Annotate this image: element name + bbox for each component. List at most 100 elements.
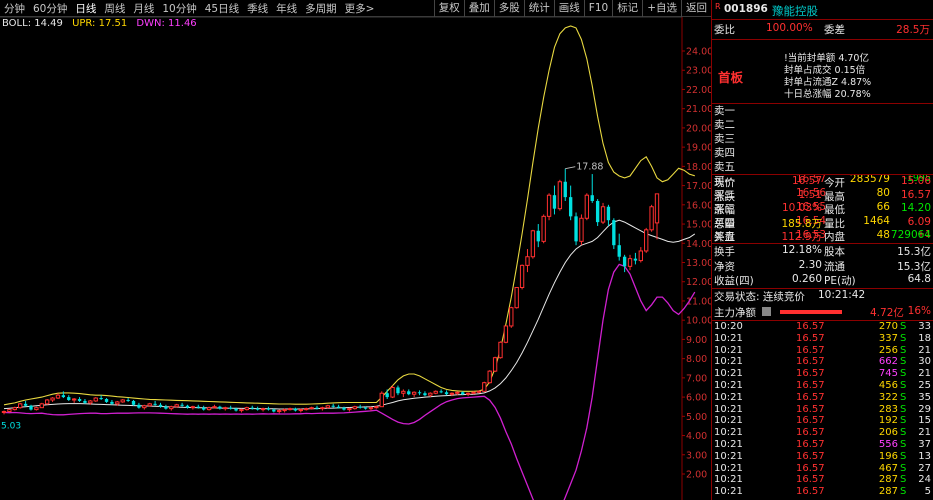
axis-tick-label: 15.00 [686, 220, 711, 231]
mark-button[interactable]: 标记 [612, 0, 642, 17]
tick-time: 10:21 [714, 439, 743, 450]
candle-body [471, 391, 476, 394]
tick-side: S [900, 486, 907, 498]
order-book-row[interactable]: 卖三 [712, 131, 933, 145]
candle-body [374, 406, 379, 409]
tab-yearly[interactable]: 年线 [272, 1, 301, 16]
candle-body [579, 217, 584, 242]
tick-time: 10:21 [714, 450, 743, 462]
candle-body [401, 390, 406, 394]
tick-count: 30 [918, 356, 931, 368]
candle-body [449, 392, 455, 395]
candle-body [498, 341, 503, 359]
candle-body [649, 206, 654, 231]
order-book-row[interactable]: 卖一 [712, 103, 933, 117]
axis-tick-label: 21.00 [686, 104, 711, 115]
r-mark-icon: R [715, 2, 721, 11]
add-watchlist-button[interactable]: +自选 [642, 0, 681, 17]
tick-row: 10:21 16.57 456 S 25 [712, 380, 933, 392]
candle-body [18, 403, 23, 409]
tab-45day[interactable]: 45日线 [201, 1, 243, 16]
candle-body [492, 357, 498, 372]
candle-body [557, 181, 563, 210]
candle-body [552, 195, 557, 209]
tick-price: 16.57 [796, 462, 825, 474]
quote-value: 15.06 [900, 175, 931, 187]
candle-body [218, 406, 222, 409]
order-book-row[interactable]: 卖五 [712, 159, 933, 173]
axis-tick-label: 23.00 [686, 66, 711, 77]
tick-count: 21 [918, 427, 931, 439]
stock-header: R 001896 豫能控股 [712, 2, 933, 19]
candle-body [282, 409, 287, 412]
candle-body [34, 407, 39, 411]
f10-button[interactable]: F10 [583, 0, 612, 17]
candle-body [164, 406, 168, 409]
stats-value: 0.260 [791, 273, 822, 285]
order-book-row[interactable]: 卖二 [712, 117, 933, 131]
candle-body [638, 250, 643, 262]
tab-more[interactable]: 更多> [341, 1, 379, 16]
candle-body [417, 392, 422, 394]
tab-multi-period[interactable]: 多周期 [301, 1, 341, 16]
axis-tick-label: 17.00 [686, 181, 711, 192]
tab-monthly[interactable]: 月线 [129, 1, 158, 16]
main-flow-bar [780, 310, 842, 314]
draw-line-button[interactable]: 画线 [553, 0, 584, 17]
candle-body [487, 370, 492, 384]
quote-value: 10.03% [781, 202, 822, 215]
tab-60min[interactable]: 60分钟 [29, 1, 71, 16]
stats-value: 15.3亿 [897, 246, 931, 258]
overlay-button[interactable]: 叠加 [463, 0, 494, 17]
tick-side: S [900, 368, 907, 380]
dwn-value: DWN: 11.46 [136, 18, 197, 29]
candle-body [45, 399, 50, 405]
candle-body [234, 408, 238, 411]
candle-body [536, 230, 540, 242]
main-flow-row: 主力净额 4.72亿 16% [712, 304, 933, 321]
tick-count: 33 [918, 321, 931, 332]
quote-value: 16.57 [791, 175, 822, 187]
tab-quarterly[interactable]: 季线 [243, 1, 272, 16]
tab-weekly[interactable]: 周线 [100, 1, 129, 16]
axis-tick-label: 5.00 [686, 412, 707, 423]
candle-body [541, 215, 546, 242]
tab-10min[interactable]: 10分钟 [158, 1, 200, 16]
tick-side: S [900, 332, 907, 344]
candle-body [461, 392, 465, 395]
peak-pointer [565, 166, 576, 170]
stats-button[interactable]: 统计 [523, 0, 554, 17]
boll-readout: BOLL: 14.49 UPR: 17.51 DWN: 11.46 [2, 18, 203, 31]
candle-body [153, 403, 157, 405]
stats-label: 股本 [824, 246, 845, 258]
tick-price: 16.57 [796, 403, 825, 415]
candle-body [50, 397, 55, 401]
candle-body [104, 399, 109, 402]
candle-body [67, 397, 71, 400]
tick-count: 27 [918, 462, 931, 474]
tick-time: 10:21 [714, 462, 743, 474]
main-flow-icon[interactable] [762, 307, 771, 316]
adjust-button[interactable]: 复权 [433, 0, 464, 17]
back-button[interactable]: 返回 [681, 0, 711, 17]
left-price-label: 5.03 [1, 421, 21, 431]
candle-body [385, 393, 389, 398]
candle-body [185, 405, 190, 408]
multi-stock-button[interactable]: 多股 [493, 0, 524, 17]
tick-count: 25 [918, 380, 931, 391]
stock-name[interactable]: 豫能控股 [772, 3, 818, 19]
order-book-row[interactable]: 卖四 [712, 145, 933, 159]
tab-daily[interactable]: 日线 [71, 1, 100, 16]
candle-body [519, 264, 525, 288]
seal-info-2: 封单占成交 0.15倍 [712, 62, 933, 76]
axis-tick-label: 2.00 [686, 470, 707, 481]
candle-body [568, 197, 573, 217]
tick-count: 24 [918, 474, 931, 486]
axis-tick-label: 6.00 [686, 393, 707, 404]
candle-body [606, 206, 611, 221]
candle-body [39, 403, 44, 409]
quote-row: 现价 16.57 今开 15.06 [712, 175, 933, 189]
quote-row: 外盘 112.9万 内盘 729064 [712, 229, 933, 243]
candlestick-chart[interactable]: 24.00 23.00 22.00 21.00 20.00 19.00 18.00 17.00… [0, 0, 711, 500]
tab-minute[interactable]: 分钟 [0, 1, 29, 16]
